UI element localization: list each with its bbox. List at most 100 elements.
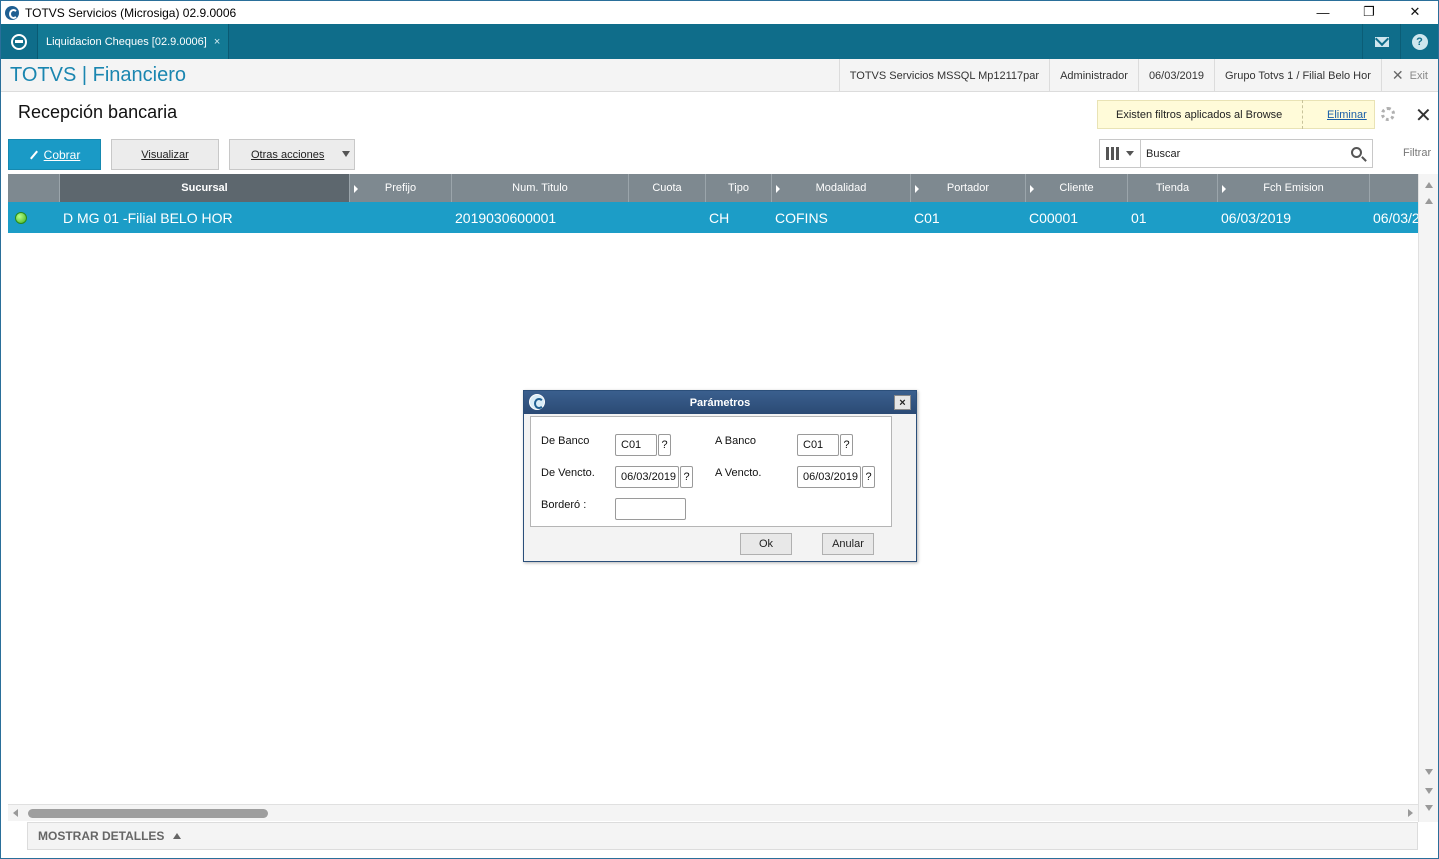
cell-tienda: 01 [1131,209,1147,226]
maximize-button[interactable]: ❐ [1346,1,1392,23]
app-window: TOTVS Servicios (Microsiga) 02.9.0006 — … [0,0,1439,859]
visualizar-button[interactable]: Visualizar [111,139,219,170]
a-vencto-label: A Vencto. [715,467,762,479]
cell-tipo: CH [709,209,730,226]
dialog-close-button[interactable]: × [894,395,911,410]
cell-modalidad: COFINS [775,209,828,226]
session-info: TOTVS Servicios MSSQL Mp12117par Adminis… [838,59,1438,92]
help-button[interactable]: ? [1400,24,1438,59]
cell-num-titulo: 2019030600001 [455,209,557,226]
de-banco-label: De Banco [541,435,590,447]
pencil-icon [29,150,38,159]
column-header-prefijo-label: Prefijo [384,182,417,194]
horizontal-scroll-thumb[interactable] [28,809,268,818]
close-window-button[interactable]: ✕ [1392,1,1438,23]
de-vencto-field[interactable]: 06/03/2019 [615,466,679,488]
de-vencto-lookup-button[interactable]: ? [680,466,693,488]
ok-button[interactable]: Ok [740,533,792,555]
bordero-label: Borderó : [541,499,587,511]
scroll-top-icon[interactable] [1425,182,1433,188]
sort-arrow-icon [1030,185,1034,193]
a-vencto-lookup-button[interactable]: ? [862,466,875,488]
bordero-field[interactable] [615,498,686,520]
column-header-fch-emision[interactable]: Fch Emision [1218,174,1370,202]
column-header-tienda[interactable]: Tienda [1128,174,1218,202]
a-banco-lookup-button[interactable]: ? [840,434,853,456]
de-banco-field[interactable]: C01 [615,434,657,456]
cell-cuota [629,202,706,233]
columns-icon [1106,147,1109,160]
status-cell [8,202,60,233]
scroll-up-icon[interactable] [1425,198,1433,204]
de-banco-lookup-button[interactable]: ? [658,434,671,456]
sort-arrow-icon [1222,185,1226,193]
a-vencto-field[interactable]: 06/03/2019 [797,466,861,488]
totvs-logo-icon [11,33,27,50]
mostrar-detalles-label: MOSTRAR DETALLES [38,829,165,843]
cobrar-button[interactable]: Cobrar [8,139,101,170]
filter-button[interactable]: Filtrar [1403,147,1431,159]
scroll-left-icon[interactable] [13,809,18,817]
exit-icon: ✕ [1391,67,1404,83]
search-input[interactable] [1141,147,1341,160]
exit-label: Exit [1409,69,1428,82]
remove-filters-link[interactable]: Eliminar [1302,100,1367,129]
caret-down-icon [1126,151,1134,156]
gear-icon[interactable] [1381,107,1395,121]
user-info[interactable]: Administrador [1049,59,1138,92]
vertical-scrollbar[interactable] [1418,174,1438,822]
window-controls: — ❐ ✕ [1300,1,1438,23]
tab-label: Liquidacion Cheques [02.9.0006] [46,35,207,48]
messages-button[interactable] [1362,24,1400,59]
horizontal-scrollbar[interactable] [8,804,1418,821]
scroll-down-icon[interactable] [1425,769,1433,775]
anular-button[interactable]: Anular [822,533,874,555]
column-header-sucursal[interactable]: Sucursal [60,174,350,202]
a-banco-field[interactable]: C01 [797,434,839,456]
chevron-up-icon [173,833,182,839]
column-header-next[interactable] [1370,174,1418,202]
dialog-title-bar: Parámetros × [524,391,916,414]
otras-acciones-button[interactable]: Otras acciones [229,139,355,170]
date-info[interactable]: 06/03/2019 [1137,59,1214,92]
tabstrip-actions: ? [1362,24,1438,59]
cell-prefijo [350,202,452,233]
column-header-portador[interactable]: Portador [911,174,1026,202]
column-header-cuota[interactable]: Cuota [629,174,706,202]
column-header-cliente[interactable]: Cliente [1026,174,1128,202]
cell-cliente: C00001 [1029,209,1079,226]
visualizar-label: Visualizar [141,148,189,161]
search-box [1099,139,1373,168]
totvs-menu-button[interactable] [1,24,37,59]
column-header-status[interactable] [8,174,60,202]
exit-button[interactable]: ✕ Exit [1380,59,1438,92]
scroll-bottom-icon[interactable] [1425,805,1433,811]
otras-acciones-label: Otras acciones [251,148,325,161]
branch-info[interactable]: Grupo Totvs 1 / Filial Belo Hor [1214,59,1381,92]
sort-arrow-icon [915,185,919,193]
cell-sucursal: D MG 01 -Filial BELO HOR [63,209,233,226]
table-row[interactable]: D MG 01 -Filial BELO HOR 2019030600001 C… [8,202,1418,233]
column-header-cliente-label: Cliente [1059,182,1094,194]
server-info: TOTVS Servicios MSSQL Mp12117par [838,59,1049,92]
mail-icon [1374,36,1389,47]
column-header-tipo[interactable]: Tipo [706,174,772,202]
column-header-prefijo[interactable]: Prefijo [350,174,452,202]
scroll-right-icon[interactable] [1408,809,1413,817]
close-page-icon[interactable]: ✕ [1415,103,1432,128]
filter-notice-text: Existen filtros aplicados al Browse [1116,108,1283,121]
tab-close-icon[interactable]: × [214,36,220,48]
scroll-page-down-icon[interactable] [1425,788,1433,794]
page-title: Recepción bancaria [18,102,178,122]
cell-portador: C01 [914,209,940,226]
cell-fch-emision: 06/03/2019 [1221,209,1292,226]
column-selector-button[interactable] [1100,140,1141,167]
status-green-icon [15,211,27,224]
tab-liquidacion-cheques[interactable]: Liquidacion Cheques [02.9.0006] × [37,24,230,59]
mostrar-detalles-button[interactable]: MOSTRAR DETALLES [27,822,1418,850]
column-header-num-titulo[interactable]: Num. Titulo [452,174,629,202]
column-header-modalidad[interactable]: Modalidad [772,174,911,202]
minimize-button[interactable]: — [1300,1,1346,23]
filter-notice: Existen filtros aplicados al Browse Elim… [1097,100,1375,129]
search-icon[interactable] [1351,147,1362,158]
